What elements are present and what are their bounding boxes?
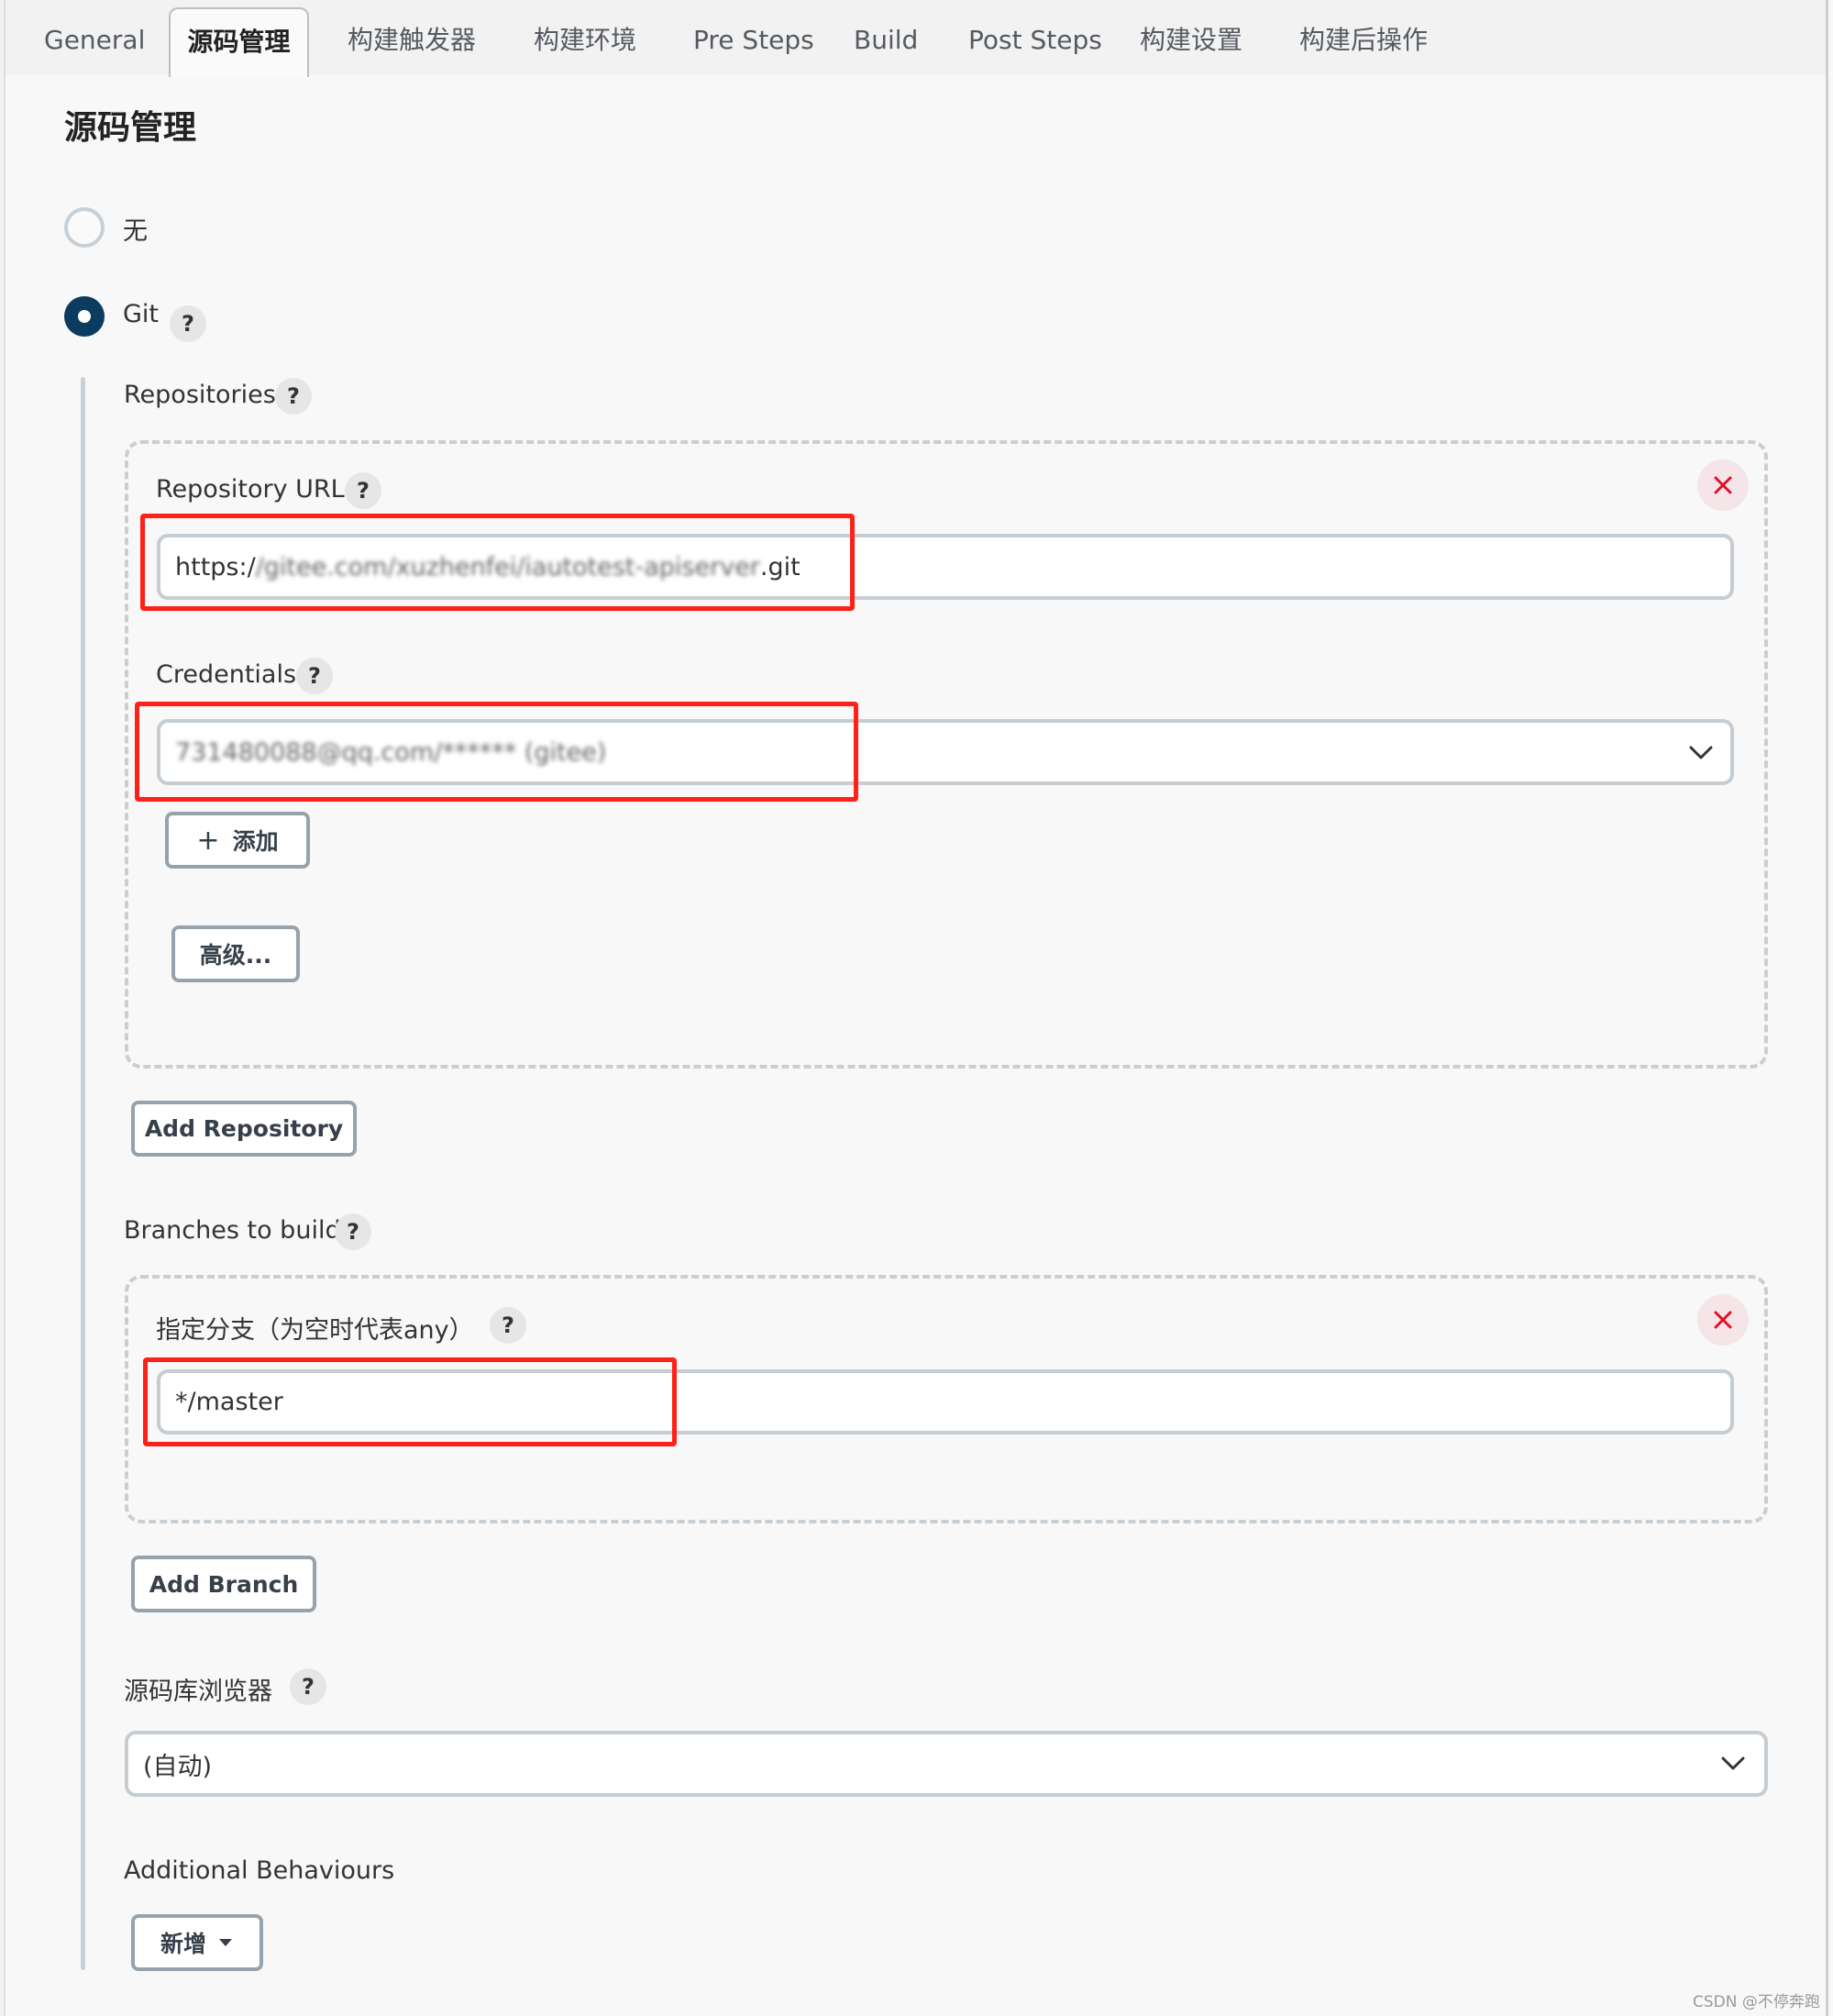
add-behaviour-label: 新增 — [160, 1931, 206, 1957]
close-icon — [1714, 476, 1732, 494]
tab-source-code-management[interactable]: 源码管理 — [169, 7, 309, 77]
close-icon — [1714, 1311, 1732, 1329]
git-section-indent-bar — [81, 377, 85, 1970]
additional-behaviours-label: Additional Behaviours — [124, 1856, 395, 1885]
tab-post-steps[interactable]: Post Steps — [968, 22, 1102, 59]
branches-help-icon[interactable]: ? — [335, 1213, 371, 1250]
add-credentials-button[interactable]: + 添加 — [165, 812, 310, 869]
branch-specifier-help-icon[interactable]: ? — [490, 1307, 526, 1344]
git-help-icon[interactable]: ? — [170, 305, 206, 342]
add-branch-button[interactable]: Add Branch — [131, 1556, 316, 1612]
add-repository-button[interactable]: Add Repository — [131, 1101, 357, 1157]
tab-pre-steps[interactable]: Pre Steps — [693, 22, 814, 59]
tab-build-environment[interactable]: 构建环境 — [534, 22, 636, 59]
chevron-down-icon — [1689, 746, 1713, 759]
credentials-label: Credentials — [156, 660, 297, 689]
tab-build-triggers[interactable]: 构建触发器 — [348, 22, 476, 59]
repository-url-input[interactable]: https://gitee.com/xuzhenfei/iautotest-ap… — [157, 534, 1734, 600]
page-left-border — [0, 0, 6, 2016]
branch-specifier-input[interactable]: */master — [157, 1369, 1734, 1434]
radio-none[interactable] — [64, 207, 105, 248]
tab-post-build-actions[interactable]: 构建后操作 — [1299, 22, 1428, 59]
repository-url-help-icon[interactable]: ? — [345, 472, 381, 509]
caret-down-icon — [219, 1939, 232, 1946]
credentials-selected-value: 731480088@qq.com/****** (gitee) — [175, 737, 607, 767]
tab-build-settings[interactable]: 构建设置 — [1140, 22, 1242, 59]
add-credentials-label: 添加 — [232, 828, 279, 855]
watermark: CSDN @不停奔跑 — [1693, 1993, 1820, 2011]
delete-branch-button[interactable] — [1697, 1294, 1749, 1346]
radio-git-label: Git — [123, 300, 160, 328]
repository-url-label: Repository URL — [156, 475, 345, 504]
add-behaviour-dropdown-button[interactable]: 新增 — [131, 1914, 263, 1971]
repositories-help-icon[interactable]: ? — [275, 378, 312, 415]
tab-general[interactable]: General — [44, 22, 145, 59]
repository-url-suffix: .git — [759, 552, 801, 582]
repository-browser-help-icon[interactable]: ? — [290, 1668, 326, 1705]
radio-none-label: 无 — [123, 217, 148, 246]
tab-build[interactable]: Build — [854, 22, 918, 59]
section-title: 源码管理 — [64, 109, 197, 147]
radio-git[interactable] — [64, 296, 105, 337]
credentials-select[interactable]: 731480088@qq.com/****** (gitee) — [157, 719, 1734, 785]
chevron-down-icon — [1721, 1756, 1745, 1770]
delete-repository-button[interactable] — [1697, 460, 1749, 511]
repository-url-redacted: /gitee.com/xuzhenfei/iautotest-apiserver — [255, 552, 760, 582]
plus-icon: + — [196, 824, 220, 857]
repository-url-prefix: https:/ — [175, 552, 256, 582]
repository-browser-selected-value: (自动) — [143, 1752, 213, 1781]
repositories-label: Repositories — [124, 381, 276, 409]
page-right-border — [1826, 0, 1828, 2016]
branch-specifier-label: 指定分支（为空时代表any） — [156, 1316, 474, 1345]
branch-specifier-value: */master — [175, 1388, 283, 1416]
repository-browser-select[interactable]: (自动) — [125, 1731, 1768, 1797]
repository-browser-label: 源码库浏览器 — [124, 1678, 272, 1706]
credentials-help-icon[interactable]: ? — [296, 658, 333, 694]
advanced-button[interactable]: 高级... — [171, 925, 300, 982]
branches-to-build-label: Branches to build — [124, 1216, 341, 1245]
